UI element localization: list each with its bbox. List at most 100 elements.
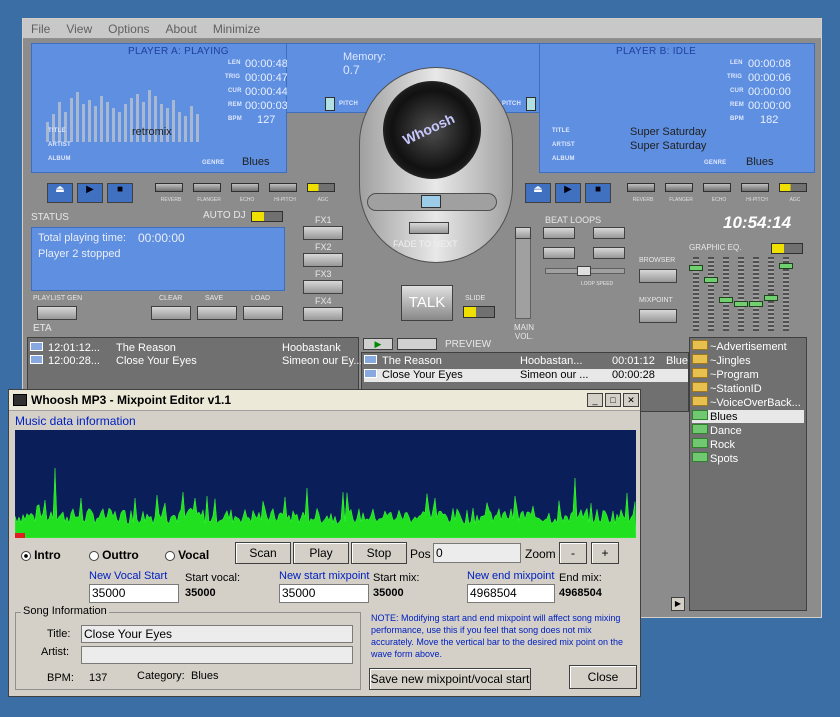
intro-radio[interactable]: Intro bbox=[21, 548, 61, 562]
main-volume-knob[interactable] bbox=[515, 227, 531, 239]
eject-a-button[interactable]: ⏏ bbox=[47, 183, 73, 203]
category-item[interactable]: Rock bbox=[692, 438, 735, 451]
preview-row[interactable]: The Reason Hoobastan... 00:01:12 Blue bbox=[364, 355, 688, 368]
save-playlist-button[interactable] bbox=[197, 306, 237, 320]
fx1-button[interactable] bbox=[303, 226, 343, 240]
player-b-trig: 00:00:06 bbox=[748, 72, 791, 84]
echo-b-toggle[interactable] bbox=[703, 183, 731, 192]
beat-loop-4[interactable] bbox=[593, 247, 625, 259]
waveform-display[interactable] bbox=[15, 430, 636, 538]
menu-options[interactable]: Options bbox=[100, 22, 157, 36]
spectrum-bar bbox=[82, 104, 85, 142]
autodj-toggle[interactable] bbox=[251, 211, 283, 222]
folder-item[interactable]: ~Jingles bbox=[692, 354, 751, 367]
outtro-radio[interactable]: Outtro bbox=[89, 548, 139, 562]
beat-loop-2[interactable] bbox=[593, 227, 625, 239]
menu-view[interactable]: View bbox=[58, 22, 100, 36]
maximize-icon[interactable]: □ bbox=[605, 393, 621, 407]
spectrum-bar bbox=[124, 104, 127, 142]
talk-label: TALK bbox=[408, 294, 446, 311]
hipitch-a-toggle[interactable] bbox=[269, 183, 297, 192]
save-mixpoint-button[interactable]: Save new mixpoint/vocal start bbox=[369, 668, 531, 690]
preview-play-button[interactable]: ▶ bbox=[363, 338, 393, 350]
eq-slider-knob[interactable] bbox=[779, 263, 793, 269]
play-a-button[interactable]: ▶ bbox=[77, 183, 103, 203]
reverb-a-toggle[interactable] bbox=[155, 183, 183, 192]
slide-toggle[interactable] bbox=[463, 306, 495, 318]
menu-minimize[interactable]: Minimize bbox=[205, 22, 268, 36]
beat-loop-1[interactable] bbox=[543, 227, 575, 239]
spectrum-bar bbox=[88, 100, 91, 142]
beat-loop-3[interactable] bbox=[543, 247, 575, 259]
mixpoint-button[interactable] bbox=[639, 309, 677, 323]
play-b-button[interactable]: ▶ bbox=[555, 183, 581, 203]
category-item-selected[interactable]: Blues bbox=[692, 410, 804, 423]
flanger-b-toggle[interactable] bbox=[665, 183, 693, 192]
player-a-rem: 00:00:03 bbox=[245, 100, 288, 112]
folder-item[interactable]: ~Program bbox=[692, 368, 759, 381]
load-playlist-button[interactable] bbox=[243, 306, 283, 320]
pitch-slider-b[interactable] bbox=[526, 97, 536, 111]
folder-item[interactable]: ~Advertisement bbox=[692, 340, 787, 353]
menu-about[interactable]: About bbox=[158, 22, 205, 36]
preview-row-selected[interactable]: Close Your Eyes Simeon our ... 00:00:28 bbox=[364, 369, 688, 382]
eq-slider-knob[interactable] bbox=[704, 277, 718, 283]
new-end-mix-field[interactable]: 4968504 bbox=[467, 584, 555, 603]
start-vocal-value: 35000 bbox=[185, 587, 216, 599]
new-vocal-start-field[interactable]: 35000 bbox=[89, 584, 179, 603]
fx4-button[interactable] bbox=[303, 307, 343, 321]
hipitch-b-toggle[interactable] bbox=[741, 183, 769, 192]
mixpoint-marker[interactable] bbox=[15, 533, 25, 538]
player-status-text: Player 2 stopped bbox=[38, 248, 121, 260]
pos-field[interactable]: 0 bbox=[433, 543, 521, 563]
menu-file[interactable]: File bbox=[23, 22, 58, 36]
talk-button[interactable]: TALK bbox=[401, 285, 453, 321]
folder-item[interactable]: ~StationID bbox=[692, 382, 762, 395]
category-item[interactable]: Spots bbox=[692, 452, 738, 465]
stop-button[interactable]: Stop bbox=[351, 542, 407, 564]
close-icon[interactable]: ✕ bbox=[623, 393, 639, 407]
pitch-slider-a[interactable] bbox=[325, 97, 335, 111]
echo-a-toggle[interactable] bbox=[231, 183, 259, 192]
eq-slider-knob[interactable] bbox=[764, 295, 778, 301]
graphic-eq-toggle[interactable] bbox=[771, 243, 803, 254]
preview-stop-button[interactable] bbox=[397, 338, 437, 350]
loop-speed-knob[interactable] bbox=[577, 266, 591, 276]
fx3-button[interactable] bbox=[303, 280, 343, 294]
queue-row[interactable]: 12:00:28... Close Your Eyes Simeon our E… bbox=[30, 355, 363, 368]
fx2-button[interactable] bbox=[303, 253, 343, 267]
clear-button[interactable] bbox=[151, 306, 191, 320]
eq-slider-knob[interactable] bbox=[689, 265, 703, 271]
category-item[interactable]: Dance bbox=[692, 424, 742, 437]
flanger-a-toggle[interactable] bbox=[193, 183, 221, 192]
crossfader-knob[interactable] bbox=[421, 195, 441, 208]
stop-a-button[interactable]: ■ bbox=[107, 183, 133, 203]
folder-label: ~Advertisement bbox=[710, 341, 787, 353]
title-field[interactable]: Close Your Eyes bbox=[81, 625, 353, 643]
play-button[interactable]: Play bbox=[293, 542, 349, 564]
minimize-icon[interactable]: _ bbox=[587, 393, 603, 407]
eq-slider-knob[interactable] bbox=[749, 301, 763, 307]
new-start-mix-field[interactable]: 35000 bbox=[279, 584, 369, 603]
queue-row[interactable]: 12:01:12... The Reason Hoobastank bbox=[30, 342, 341, 355]
fade-to-next-button[interactable] bbox=[409, 222, 449, 234]
reverb-b-toggle[interactable] bbox=[627, 183, 655, 192]
agc-a-toggle[interactable] bbox=[307, 183, 335, 192]
scroll-right-arrow[interactable]: ▶ bbox=[671, 597, 685, 611]
folder-item[interactable]: ~VoiceOverBack... bbox=[692, 396, 801, 409]
memory-value: 0.7 bbox=[343, 63, 360, 77]
eq-slider-knob[interactable] bbox=[734, 301, 748, 307]
vocal-radio[interactable]: Vocal bbox=[165, 548, 209, 562]
eq-slider-knob[interactable] bbox=[719, 297, 733, 303]
agc-b-toggle[interactable] bbox=[779, 183, 807, 192]
stop-b-button[interactable]: ■ bbox=[585, 183, 611, 203]
zoom-out-button[interactable]: - bbox=[559, 542, 587, 564]
zoom-in-button[interactable]: + bbox=[591, 542, 619, 564]
eject-b-button[interactable]: ⏏ bbox=[525, 183, 551, 203]
artist-label: Artist: bbox=[41, 646, 70, 658]
playlistgen-button[interactable] bbox=[37, 306, 77, 320]
artist-field[interactable] bbox=[81, 646, 353, 664]
browser-button[interactable] bbox=[639, 269, 677, 283]
scan-button[interactable]: Scan bbox=[235, 542, 291, 564]
close-button[interactable]: Close bbox=[569, 665, 637, 689]
